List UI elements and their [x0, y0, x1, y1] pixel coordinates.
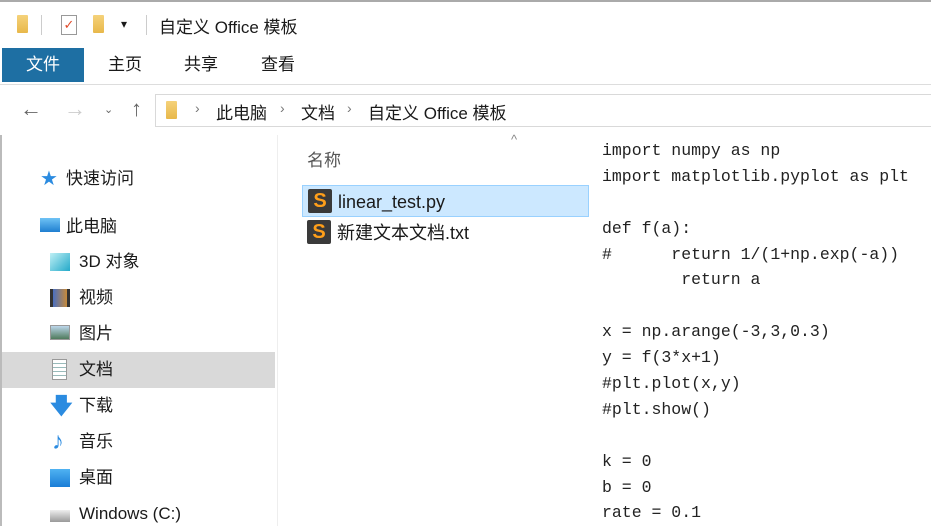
sublime-text-icon: S	[307, 220, 331, 244]
breadcrumb-this-pc[interactable]: 此电脑	[216, 99, 267, 124]
code-line: #plt.plot(x,y)	[602, 374, 741, 394]
breadcrumb-documents[interactable]: 文档	[301, 99, 335, 124]
cube-icon	[50, 253, 70, 271]
sort-ascending-icon[interactable]: ^	[511, 132, 517, 147]
preview-pane-code: import numpy as np import matplotlib.pypl…	[602, 138, 909, 526]
file-row[interactable]: S 新建文本文档.txt	[302, 217, 589, 249]
sidebar-item-label: 桌面	[79, 468, 113, 487]
column-header-name[interactable]: 名称	[307, 146, 341, 171]
file-name: 新建文本文档.txt	[337, 223, 470, 243]
new-folder-icon[interactable]	[93, 15, 104, 33]
sidebar-item-label: 音乐	[79, 432, 113, 451]
sidebar-item-pictures[interactable]: 图片	[2, 316, 275, 352]
sidebar-item-desktop[interactable]: 桌面	[2, 460, 275, 496]
sidebar-item-label: 3D 对象	[79, 252, 140, 271]
chevron-right-icon[interactable]: ›	[347, 100, 352, 116]
code-line: def f(a):	[602, 218, 692, 238]
code-line: y = f(3*x+1)	[602, 348, 721, 368]
separator	[41, 15, 42, 35]
tab-view[interactable]: 查看	[249, 48, 307, 82]
ribbon-divider	[0, 84, 931, 85]
recent-locations-chevron-icon[interactable]: ⌄	[104, 103, 113, 116]
code-line: b = 0	[602, 477, 652, 497]
code-line: #plt.show()	[602, 399, 711, 419]
sidebar-item-this-pc[interactable]: 此电脑	[2, 209, 275, 245]
sidebar-item-label: 文档	[79, 360, 113, 379]
chevron-right-icon[interactable]: ›	[195, 100, 200, 116]
folder-icon	[166, 101, 177, 119]
separator	[146, 15, 147, 35]
sidebar-item-label: 快速访问	[66, 169, 134, 188]
sidebar-item-videos[interactable]: 视频	[2, 280, 275, 316]
up-arrow-icon[interactable]: ↑	[131, 96, 142, 122]
sidebar-item-label: 图片	[79, 324, 113, 343]
download-arrow-icon: 🡇	[50, 393, 73, 418]
pane-divider[interactable]	[277, 135, 278, 526]
sidebar-item-label: Windows (C:)	[79, 504, 182, 523]
sidebar-item-music[interactable]: ♪ 音乐	[2, 424, 275, 460]
code-line: import numpy as np	[602, 141, 781, 160]
sidebar-item-windows-c[interactable]: Windows (C:)	[2, 496, 275, 532]
music-note-icon: ♪	[52, 428, 64, 455]
chevron-right-icon[interactable]: ›	[280, 100, 285, 116]
file-name: linear_test.py	[338, 192, 446, 212]
tab-file[interactable]: 文件	[2, 48, 84, 82]
document-icon	[52, 359, 67, 380]
sidebar-item-label: 视频	[79, 288, 113, 307]
code-line: k = 0	[602, 451, 652, 471]
star-icon: ★	[40, 168, 58, 190]
code-line: return a	[602, 270, 761, 290]
tab-home[interactable]: 主页	[96, 48, 154, 82]
picture-icon	[50, 325, 70, 340]
window-top-border	[0, 0, 931, 2]
customize-toolbar-dropdown-icon[interactable]: ▾	[121, 17, 127, 31]
breadcrumb-current-folder[interactable]: 自定义 Office 模板	[368, 99, 507, 124]
desktop-icon	[50, 469, 70, 487]
window-title: 自定义 Office 模板	[159, 18, 298, 37]
sidebar-item-downloads[interactable]: 🡇 下载	[2, 388, 275, 424]
code-line: rate = 0.1	[602, 503, 702, 523]
properties-icon[interactable]: ✓	[61, 15, 77, 35]
sidebar-item-quick-access[interactable]: ★ 快速访问	[2, 161, 275, 197]
sidebar-item-3d-objects[interactable]: 3D 对象	[2, 244, 275, 280]
drive-icon	[50, 510, 70, 522]
code-line: import matplotlib.pyplot as plt	[602, 166, 909, 186]
file-row[interactable]: S linear_test.py	[302, 185, 589, 217]
code-line: # return 1/(1+np.exp(-a))	[602, 244, 900, 264]
sublime-text-icon: S	[308, 189, 332, 213]
video-icon	[50, 289, 70, 307]
forward-arrow-icon[interactable]: →	[64, 96, 86, 122]
sidebar-item-label: 此电脑	[66, 217, 117, 236]
address-bar[interactable]	[155, 94, 931, 127]
tab-share[interactable]: 共享	[172, 48, 230, 82]
code-line: x = np.arange(-3,3,0.3)	[602, 322, 830, 342]
back-arrow-icon[interactable]: ←	[20, 96, 42, 122]
sidebar-item-label: 下载	[79, 396, 113, 415]
folder-icon[interactable]	[17, 15, 28, 33]
sidebar-item-documents[interactable]: 文档	[2, 352, 275, 388]
computer-icon	[40, 218, 60, 232]
